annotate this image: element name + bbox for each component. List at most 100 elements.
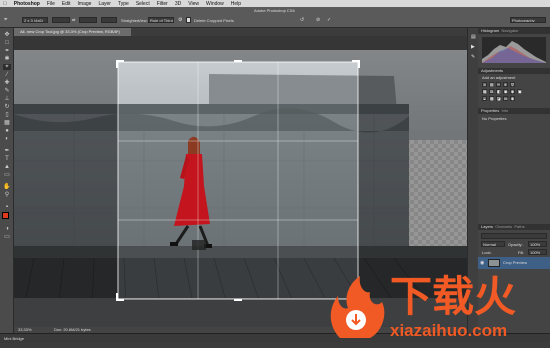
lasso-tool-icon[interactable]: ⚭	[3, 48, 11, 54]
visibility-eye-icon[interactable]: ◉	[480, 260, 484, 266]
watermark-logo: 下载火 xiazaihuo.com	[326, 272, 550, 343]
default-colors-icon[interactable]: ▪	[3, 204, 11, 210]
brush-tool-icon[interactable]: ✎	[3, 88, 11, 94]
history-brush-icon[interactable]: ↻	[3, 104, 11, 110]
color-lookup-adj-icon[interactable]: ▣	[517, 89, 522, 94]
curves-adj-icon[interactable]: ∽	[496, 82, 501, 87]
menu-filter[interactable]: Filter	[157, 1, 168, 7]
healing-brush-icon[interactable]: ✚	[3, 80, 11, 86]
quick-select-icon[interactable]: ✱	[3, 56, 11, 62]
menu-view[interactable]: View	[188, 1, 199, 7]
commit-icon[interactable]: ✓	[327, 17, 331, 23]
fill-field[interactable]: 100%	[528, 249, 547, 255]
menu-edit[interactable]: Edit	[62, 1, 71, 7]
blend-mode-select[interactable]: Normal	[481, 241, 505, 247]
options-bar: Adobe Photoshop CS6 ⌖ 2 x 3 (4x6) ⇄ Stra…	[0, 7, 550, 28]
actions-panel-icon[interactable]: ▶	[471, 44, 475, 50]
menu-app-name[interactable]: Photoshop	[14, 1, 40, 7]
brush-panel-icon[interactable]: ✎	[471, 54, 475, 60]
vibrance-adj-icon[interactable]: ▽	[510, 82, 515, 87]
tab-histogram[interactable]: Histogram	[481, 28, 499, 33]
menu-3d[interactable]: 3D	[175, 1, 181, 7]
black-white-adj-icon[interactable]: ◧	[496, 89, 501, 94]
eyedropper-icon[interactable]: ⁄	[3, 72, 11, 78]
histogram-panel-header: Histogram Navigator	[478, 28, 550, 34]
crop-tool-icon[interactable]: ⌖	[4, 17, 7, 24]
delete-cropped-label: Delete Cropped Pixels	[194, 18, 234, 23]
ratio-select[interactable]: 2 x 3 (4x6)	[22, 17, 48, 23]
photo-filter-adj-icon[interactable]: ◉	[503, 89, 508, 94]
type-tool-icon[interactable]: T	[3, 156, 11, 162]
clear-button[interactable]	[101, 17, 117, 23]
properties-value: No Properties	[482, 116, 507, 121]
view-label: View:	[138, 18, 148, 23]
tab-navigator[interactable]: Navigator	[501, 28, 518, 33]
tab-properties[interactable]: Properties	[481, 108, 499, 113]
quick-mask-icon[interactable]: ◑	[3, 226, 11, 232]
layer-name[interactable]: Crop Preview	[503, 260, 527, 265]
zoom-tool-icon[interactable]: ⚲	[3, 192, 11, 198]
dodge-tool-icon[interactable]: ◐	[3, 136, 11, 142]
apple-icon[interactable]: 	[3, 1, 7, 7]
menu-file[interactable]: File	[47, 1, 55, 7]
adjustments-panel-header: Adjustments	[478, 68, 550, 74]
invert-adj-icon[interactable]: ◒	[482, 96, 487, 101]
menu-window[interactable]: Window	[206, 1, 224, 7]
workspace-select[interactable]: Photography	[510, 17, 546, 23]
tab-paths[interactable]: Paths	[514, 224, 524, 229]
window-title: Adobe Photoshop CS6	[254, 8, 295, 13]
layer-filter-select[interactable]	[481, 233, 547, 239]
width-field[interactable]	[52, 17, 70, 23]
menu-help[interactable]: Help	[231, 1, 241, 7]
selective-color-adj-icon[interactable]: ◈	[510, 96, 515, 101]
brightness-adj-icon[interactable]: ☼	[482, 82, 487, 87]
adjustments-hint: Add an adjustment	[482, 75, 516, 80]
gear-icon[interactable]: ⚙	[178, 17, 182, 23]
tab-adjustments[interactable]: Adjustments	[481, 68, 503, 73]
blur-tool-icon[interactable]: ●	[3, 128, 11, 134]
levels-adj-icon[interactable]: ▤	[489, 82, 494, 87]
menu-select[interactable]: Select	[136, 1, 150, 7]
gradient-tool-icon[interactable]: ▦	[3, 120, 11, 126]
eraser-tool-icon[interactable]: ▯	[3, 112, 11, 118]
marquee-tool-icon[interactable]: □	[3, 40, 11, 46]
shape-tool-icon[interactable]: ▭	[3, 172, 11, 178]
stamp-tool-icon[interactable]: ⊥	[3, 96, 11, 102]
swap-icon[interactable]: ⇄	[72, 17, 75, 22]
watermark-text: 下载火	[390, 272, 517, 321]
document-tab[interactable]: All- new Crop Tool.jpg @ 33.3% (Crop Pre…	[14, 28, 131, 36]
doc-size: Doc: 20.6M/21 bytes	[54, 327, 91, 332]
screen-mode-icon[interactable]: ▭	[3, 234, 11, 240]
menu-image[interactable]: Image	[78, 1, 92, 7]
menu-layer[interactable]: Layer	[98, 1, 111, 7]
mini-bridge-tab[interactable]: Mini Bridge	[4, 336, 24, 341]
gradient-map-adj-icon[interactable]: ▭	[503, 96, 508, 101]
tab-info[interactable]: Info	[501, 108, 508, 113]
channel-mixer-adj-icon[interactable]: ◈	[510, 89, 515, 94]
threshold-adj-icon[interactable]: ◪	[496, 96, 501, 101]
color-balance-adj-icon[interactable]: ⚖	[489, 89, 494, 94]
reset-icon[interactable]: ↺	[300, 17, 304, 23]
height-field[interactable]	[79, 17, 97, 23]
exposure-adj-icon[interactable]: ◐	[503, 82, 508, 87]
straighten-label[interactable]: Straighten	[121, 18, 139, 23]
crop-tool-icon[interactable]: ⌖	[3, 64, 11, 70]
path-select-icon[interactable]: ▲	[3, 164, 11, 170]
cancel-icon[interactable]: ⊘	[316, 17, 320, 23]
menu-type[interactable]: Type	[118, 1, 129, 7]
hand-tool-icon[interactable]: ✋	[3, 184, 11, 190]
zoom-level[interactable]: 33.33%	[18, 327, 32, 332]
hue-sat-adj-icon[interactable]: ▦	[482, 89, 487, 94]
history-panel-icon[interactable]: ▤	[471, 34, 476, 40]
move-tool-icon[interactable]: ✥	[3, 32, 11, 38]
layer-row[interactable]: ◉ Crop Preview	[478, 257, 550, 269]
tab-layers[interactable]: Layers	[481, 224, 493, 229]
posterize-adj-icon[interactable]: ▩	[489, 96, 494, 101]
opacity-field[interactable]: 100%	[528, 241, 547, 247]
foreground-color-swatch[interactable]	[2, 212, 9, 219]
watermark-url: xiazaihuo.com	[390, 321, 508, 340]
delete-cropped-checkbox[interactable]	[186, 17, 191, 23]
overlay-select[interactable]: Rule of Thirds	[148, 17, 174, 23]
pen-tool-icon[interactable]: ✒	[3, 148, 11, 154]
tab-channels[interactable]: Channels	[495, 224, 512, 229]
